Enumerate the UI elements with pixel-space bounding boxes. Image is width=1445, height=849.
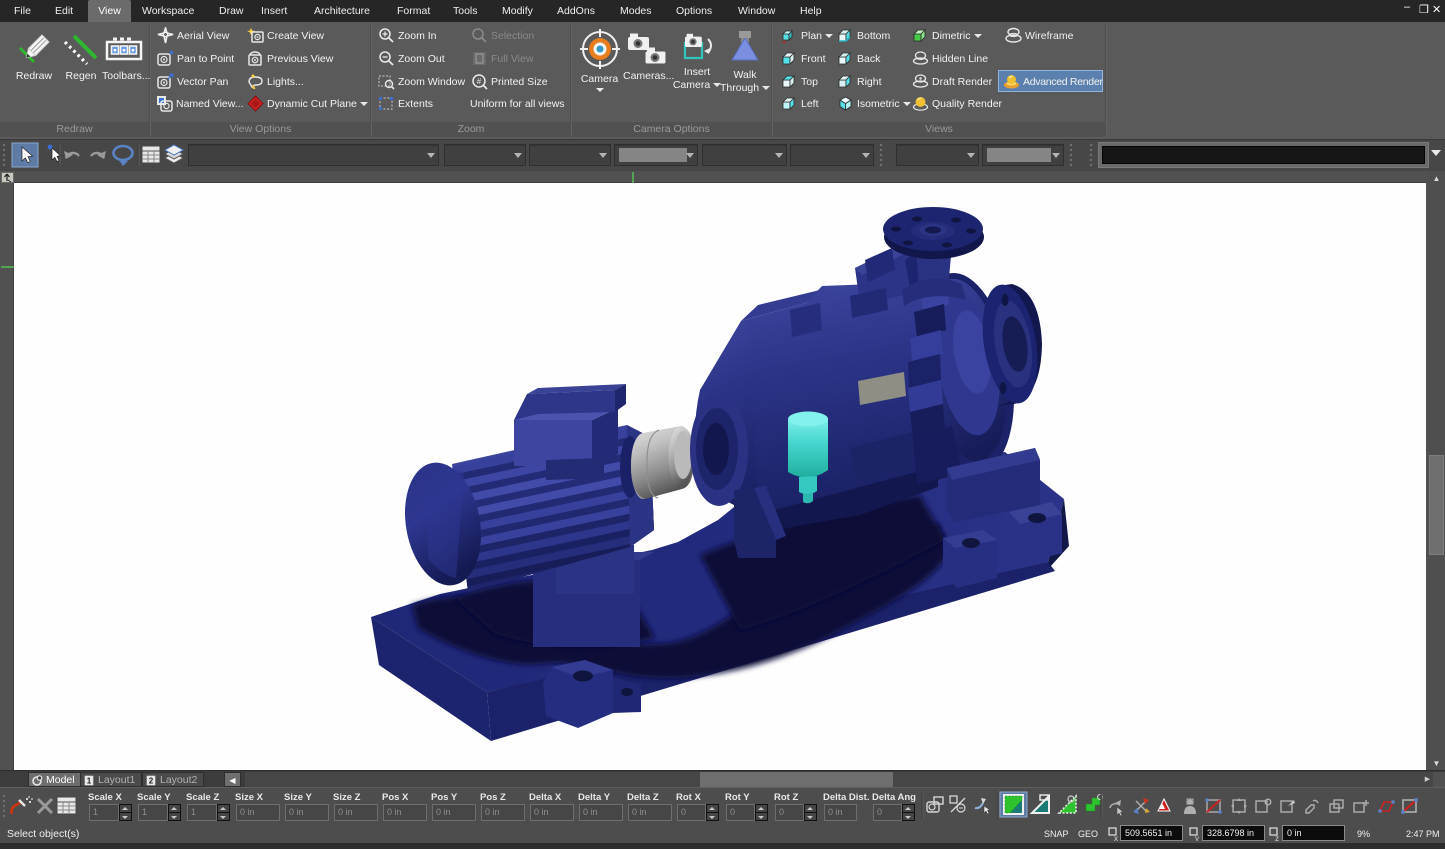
svg-text:2: 2 bbox=[149, 777, 154, 786]
svg-text:1: 1 bbox=[87, 777, 92, 786]
svg-text:z: z bbox=[1275, 834, 1279, 841]
svg-text:y: y bbox=[1195, 834, 1199, 841]
svg-text:#: # bbox=[477, 77, 482, 86]
svg-text:x: x bbox=[1114, 834, 1118, 841]
